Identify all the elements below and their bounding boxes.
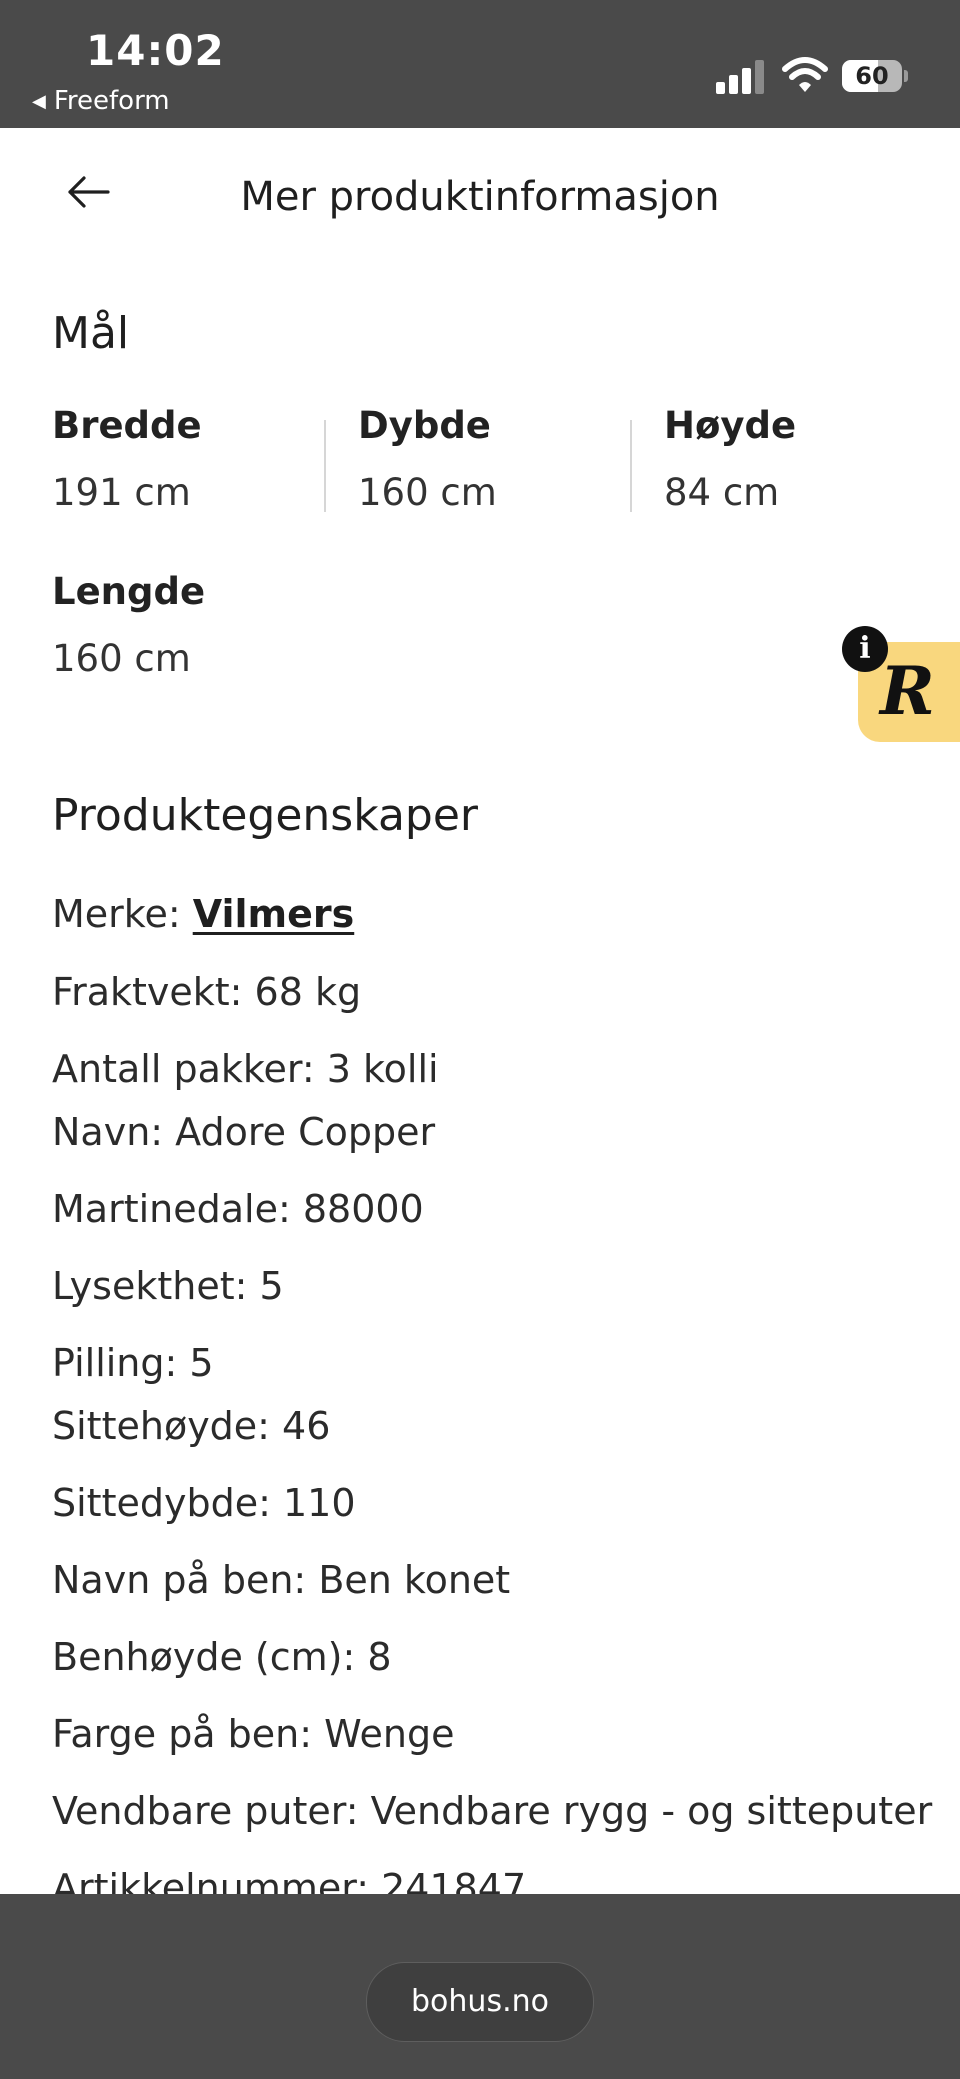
page-header: Mer produktinformasjon <box>0 128 960 272</box>
battery-level: 60 <box>855 62 889 90</box>
cellular-signal-icon <box>716 60 764 94</box>
dimension-label: Dybde <box>358 404 491 447</box>
dimension-value: 160 cm <box>52 637 191 680</box>
property-item: Pilling: 5 <box>52 1341 214 1385</box>
dimension-width: Bredde 191 cm <box>52 404 202 514</box>
divider <box>630 420 632 512</box>
back-app-label: Freeform <box>53 86 170 116</box>
dimension-value: 160 cm <box>358 471 497 514</box>
browser-bottom-bar: bohus.no <box>0 1894 960 2079</box>
dimension-label: Bredde <box>52 404 202 447</box>
dimension-depth: Dybde 160 cm <box>358 404 497 514</box>
property-item: Sittedybde: 110 <box>52 1481 356 1525</box>
dimension-value: 84 cm <box>664 471 780 514</box>
dimension-height: Høyde 84 cm <box>664 404 796 514</box>
brand-link[interactable]: Vilmers <box>193 892 355 936</box>
property-item: Fraktvekt: 68 kg <box>52 970 362 1014</box>
property-item: Navn på ben: Ben konet <box>52 1558 511 1602</box>
property-item: Antall pakker: 3 kolli <box>52 1047 439 1091</box>
wifi-icon <box>782 57 828 92</box>
dimension-length: Lengde 160 cm <box>52 570 205 680</box>
property-item: Lysekthet: 5 <box>52 1264 284 1308</box>
property-item: Vendbare puter: Vendbare rygg - og sitte… <box>52 1789 933 1833</box>
dimension-value: 191 cm <box>52 471 191 514</box>
status-bar: 14:02 ◀ Freeform 60 <box>0 0 960 128</box>
battery-icon: 60 <box>842 60 908 92</box>
widget-logo-icon: R <box>880 652 935 730</box>
property-item: Martinedale: 88000 <box>52 1187 424 1231</box>
brand-label: Merke: <box>52 892 193 936</box>
property-item: Navn: Adore Copper <box>52 1110 436 1154</box>
properties-heading: Produktegenskaper <box>52 790 478 841</box>
info-icon[interactable]: i <box>842 626 888 672</box>
dimensions-heading: Mål <box>52 308 130 359</box>
dimension-label: Høyde <box>664 404 797 447</box>
property-item: Sittehøyde: 46 <box>52 1404 331 1448</box>
back-to-app-button[interactable]: ◀ Freeform <box>32 86 170 116</box>
status-time: 14:02 <box>86 26 225 75</box>
property-item: Benhøyde (cm): 8 <box>52 1635 392 1679</box>
divider <box>324 420 326 512</box>
property-brand: Merke: Vilmers <box>52 892 354 936</box>
page-title: Mer produktinformasjon <box>240 174 720 220</box>
back-triangle-icon: ◀ <box>32 90 46 112</box>
dimension-label: Lengde <box>52 570 206 613</box>
url-address-bar[interactable]: bohus.no <box>366 1962 594 2042</box>
property-item: Farge på ben: Wenge <box>52 1712 455 1756</box>
